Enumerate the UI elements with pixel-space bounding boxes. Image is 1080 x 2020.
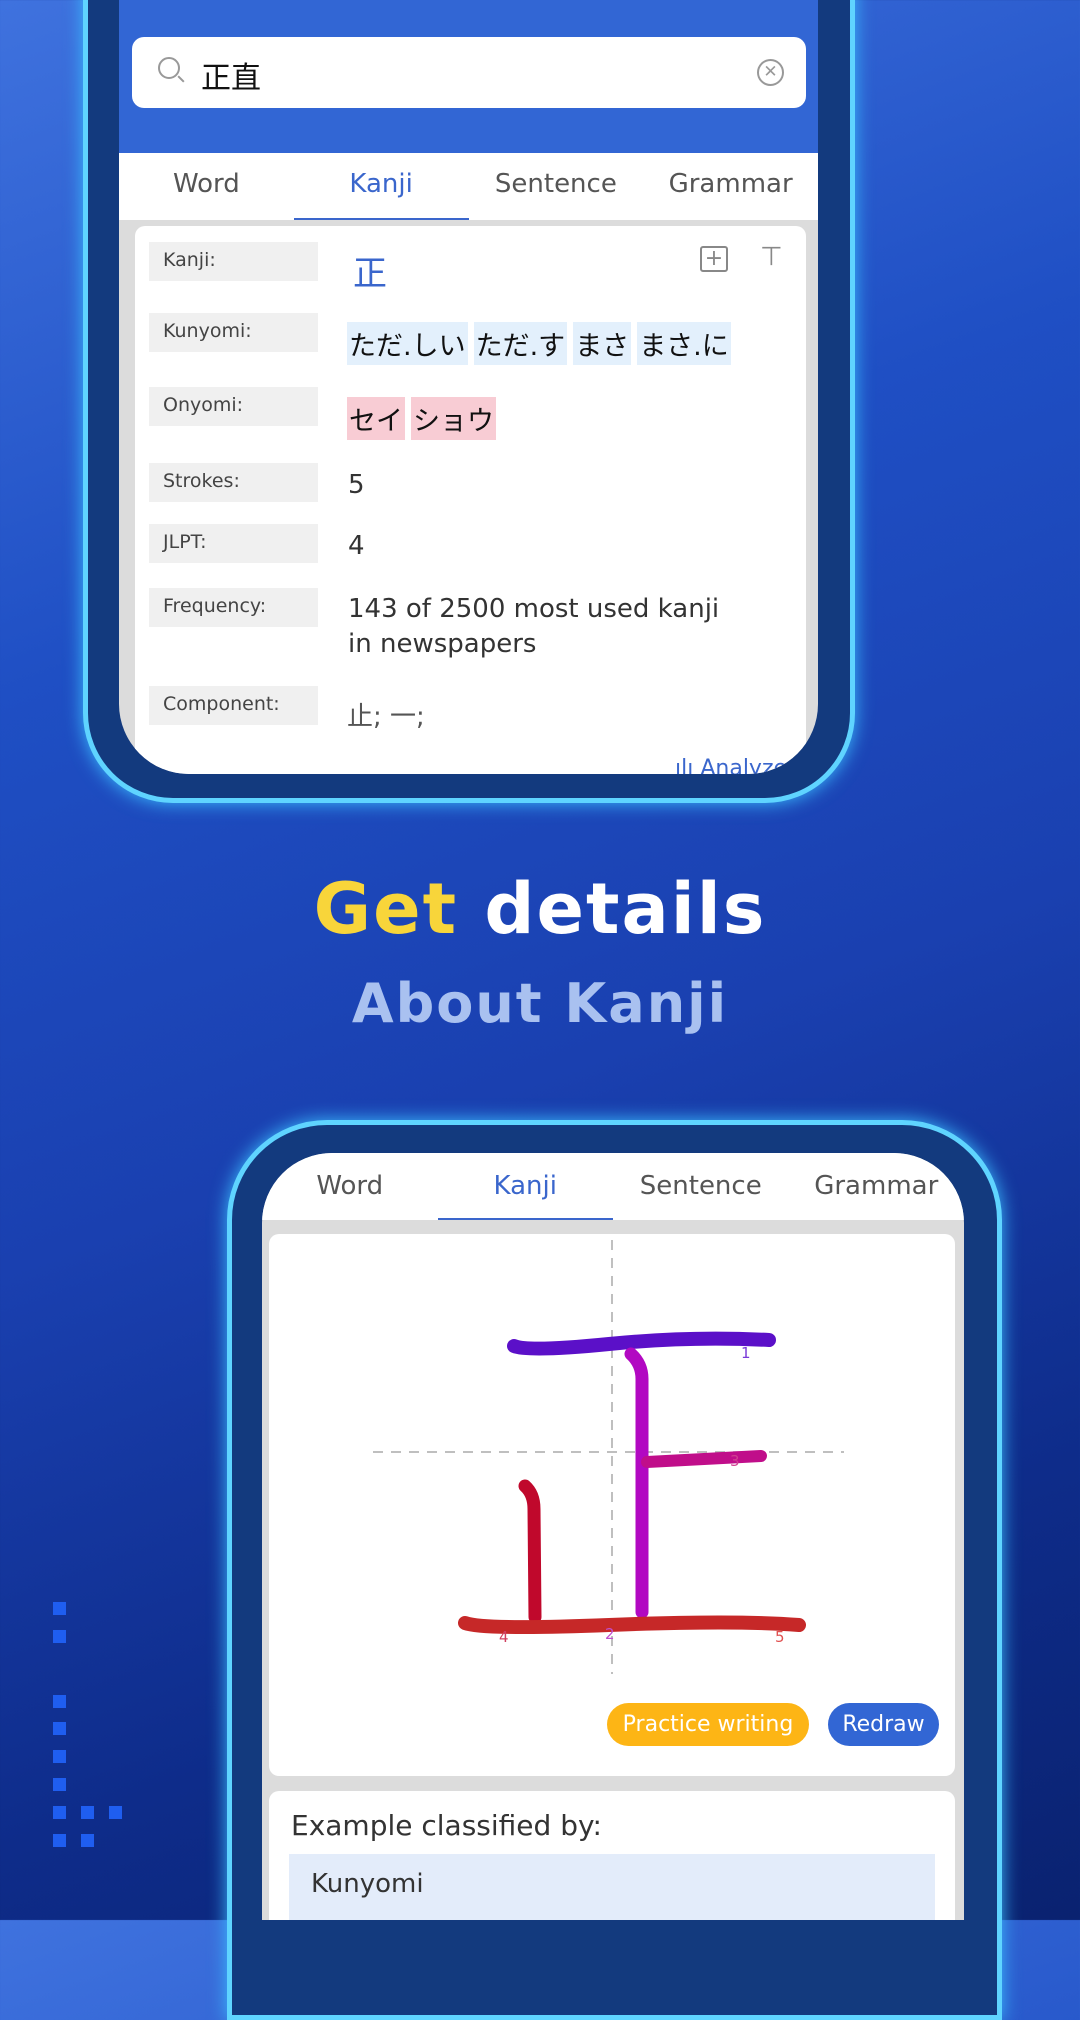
stroke-3 bbox=[641, 1450, 767, 1468]
redraw-button[interactable]: Redraw bbox=[828, 1703, 939, 1746]
kunyomi-reading[interactable]: ただ.す bbox=[473, 322, 568, 365]
search-value: 正直 bbox=[201, 61, 261, 96]
component-value: 止; 一; bbox=[347, 702, 425, 732]
stroke-number: 4 bbox=[499, 1628, 509, 1646]
example-option-kunyomi[interactable]: Kunyomi bbox=[289, 1854, 935, 1920]
search-input[interactable]: 正直 ✕ bbox=[132, 37, 806, 108]
stroke-number: 5 bbox=[775, 1628, 785, 1646]
jlpt-value: 4 bbox=[348, 531, 365, 561]
kunyomi-values: ただ.しい ただ.す まさ まさ.に bbox=[347, 322, 737, 365]
frequency-value-2: in newspapers bbox=[348, 629, 537, 659]
tab-kanji[interactable]: Kanji bbox=[437, 1153, 614, 1220]
tab-grammar[interactable]: Grammar bbox=[789, 1153, 965, 1220]
top-phone-screen: 正直 ✕ Word Kanji Sentence Grammar Kanji: … bbox=[119, 0, 818, 774]
analyze-label: Analyze bbox=[700, 756, 788, 774]
bottom-phone-screen: Word Kanji Sentence Grammar 1 2 3 4 5 Pr… bbox=[262, 1153, 964, 1920]
tab-word[interactable]: Word bbox=[119, 153, 294, 220]
kanji-detail-card: Kanji: 正 + ⊤ Kunyomi: ただ.しい ただ.す まさ まさ.に On… bbox=[135, 226, 806, 774]
kunyomi-label: Kunyomi: bbox=[149, 313, 318, 352]
stroke-2 bbox=[624, 1347, 649, 1619]
onyomi-reading[interactable]: ショウ bbox=[411, 397, 496, 440]
strokes-label: Strokes: bbox=[149, 463, 318, 502]
frequency-label: Frequency: bbox=[149, 588, 318, 627]
onyomi-reading[interactable]: セイ bbox=[347, 397, 405, 440]
tab-sentence[interactable]: Sentence bbox=[469, 153, 644, 220]
kunyomi-reading[interactable]: ただ.しい bbox=[347, 322, 468, 365]
tab-grammar[interactable]: Grammar bbox=[643, 153, 818, 220]
onyomi-values: セイ ショウ bbox=[347, 397, 502, 440]
stroke-5 bbox=[458, 1615, 806, 1635]
headline-subtitle: About Kanji bbox=[351, 972, 729, 1035]
stroke-number: 2 bbox=[605, 1625, 615, 1643]
frequency-value: 143 of 2500 most used kanji bbox=[348, 594, 720, 624]
stroke-order-card: 1 2 3 4 5 Practice writing Redraw bbox=[269, 1234, 955, 1776]
onyomi-label: Onyomi: bbox=[149, 387, 318, 426]
kanji-value[interactable]: 正 bbox=[353, 246, 387, 295]
stroke-4 bbox=[518, 1479, 542, 1624]
clear-icon[interactable]: ✕ bbox=[757, 59, 784, 86]
component-label: Component: bbox=[149, 686, 318, 725]
example-card: Example classified by: Kunyomi bbox=[269, 1791, 955, 1920]
stroke-1 bbox=[507, 1331, 776, 1356]
stroke-number: 3 bbox=[730, 1452, 740, 1470]
headline-rest: details bbox=[484, 868, 767, 950]
tab-bar: Word Kanji Sentence Grammar bbox=[119, 153, 818, 220]
jlpt-label: JLPT: bbox=[149, 524, 318, 563]
headline-highlight: Get bbox=[313, 868, 459, 950]
kanji-label: Kanji: bbox=[149, 242, 318, 281]
kunyomi-reading[interactable]: まさ.に bbox=[637, 322, 731, 365]
strokes-value: 5 bbox=[348, 470, 365, 500]
example-title: Example classified by: bbox=[291, 1809, 602, 1842]
tab-word[interactable]: Word bbox=[262, 1153, 438, 1220]
stroke-order-drawing: 1 2 3 4 5 bbox=[373, 1240, 844, 1674]
search-icon bbox=[158, 57, 180, 79]
search-header: 正直 ✕ bbox=[119, 0, 818, 153]
stroke-number: 1 bbox=[741, 1344, 751, 1362]
tab-kanji[interactable]: Kanji bbox=[293, 153, 469, 220]
tab-sentence[interactable]: Sentence bbox=[613, 1153, 789, 1220]
kunyomi-reading[interactable]: まさ bbox=[573, 322, 632, 365]
tab-bar: Word Kanji Sentence Grammar bbox=[262, 1153, 964, 1220]
practice-writing-button[interactable]: Practice writing bbox=[607, 1703, 809, 1746]
analyze-link[interactable]: ılı Analyze bbox=[675, 756, 787, 774]
add-icon[interactable]: + bbox=[700, 246, 728, 272]
headline: Get details bbox=[0, 868, 1080, 950]
pin-icon[interactable]: ⊤ bbox=[760, 242, 783, 272]
